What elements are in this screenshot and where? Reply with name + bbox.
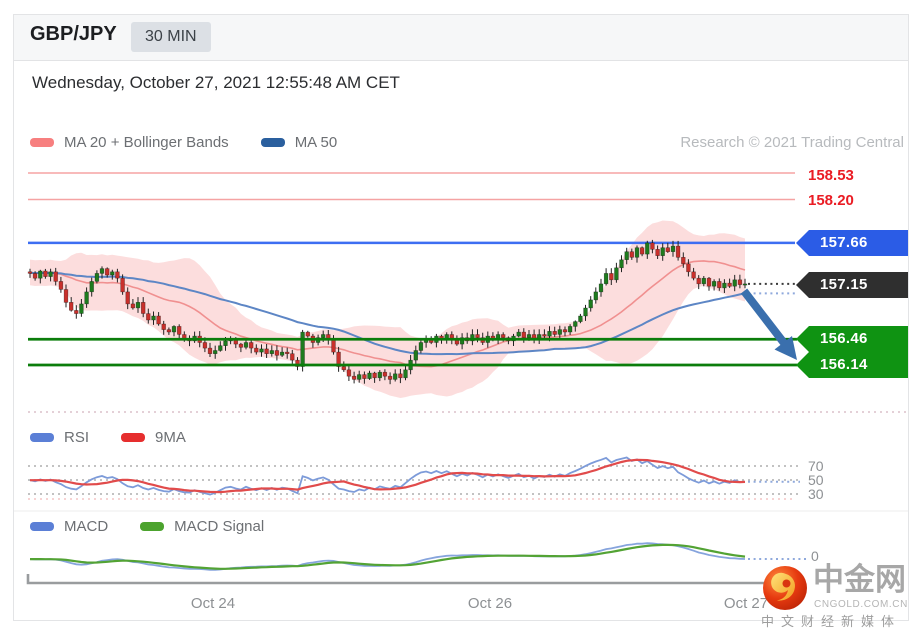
- x-axis-label-oct24: Oct 24: [190, 595, 236, 612]
- resistance-label-1: 158.53: [808, 167, 854, 184]
- legend-label: MA 20 + Bollinger Bands: [64, 134, 229, 151]
- macd-legend: MACD MACD Signal: [30, 518, 286, 535]
- legend-item-ma20-bollinger: MA 20 + Bollinger Bands: [30, 134, 229, 151]
- chart-timestamp: Wednesday, October 27, 2021 12:55:48 AM …: [32, 73, 400, 92]
- ma20-bollinger-swatch-icon: [30, 138, 54, 147]
- cngold-site-name: 中金网: [813, 562, 906, 597]
- last-price-tag: 157.15: [796, 272, 908, 298]
- main-chart-legend: MA 20 + Bollinger Bands MA 50: [30, 134, 359, 151]
- legend-label: MA 50: [294, 134, 338, 151]
- support-price-tag-1: 156.46: [796, 326, 908, 352]
- timeframe-badge[interactable]: 30 MIN: [131, 22, 211, 52]
- rsi-swatch-icon: [30, 433, 54, 442]
- research-credit: Research © 2021 Trading Central: [680, 134, 904, 151]
- x-axis-label-oct26: Oct 26: [467, 595, 513, 612]
- legend-label: MACD Signal: [174, 518, 265, 535]
- rsi-level-30: 30: [808, 486, 824, 502]
- legend-item-rsi: RSI: [30, 429, 89, 446]
- legend-item-macd-signal: MACD Signal: [140, 518, 264, 535]
- support-price-tag-2: 156.14: [796, 352, 908, 378]
- rsi-legend: RSI 9MA: [30, 429, 208, 446]
- macd-swatch-icon: [30, 522, 54, 531]
- resistance-label-2: 158.20: [808, 192, 854, 209]
- legend-item-9ma: 9MA: [121, 429, 186, 446]
- rsi-9ma-swatch-icon: [121, 433, 146, 442]
- symbol-title: GBP/JPY: [30, 23, 117, 45]
- breakout-price-tag: 157.66: [796, 230, 908, 256]
- legend-item-ma50: MA 50: [260, 134, 338, 151]
- legend-label: RSI: [64, 429, 90, 446]
- macd-signal-swatch-icon: [140, 522, 165, 531]
- legend-label: 9MA: [155, 429, 186, 446]
- cngold-tagline: 中文财经新媒体: [761, 614, 902, 629]
- ma50-swatch-icon: [260, 138, 285, 147]
- cngold-domain: CNGOLD.COM.CN: [814, 599, 908, 610]
- legend-item-macd: MACD: [30, 518, 108, 535]
- trading-central-chart-widget: GBP/JPY 30 MIN Wednesday, October 27, 20…: [0, 0, 920, 635]
- cngold-logo-icon: [763, 566, 807, 610]
- legend-label: MACD: [64, 518, 109, 535]
